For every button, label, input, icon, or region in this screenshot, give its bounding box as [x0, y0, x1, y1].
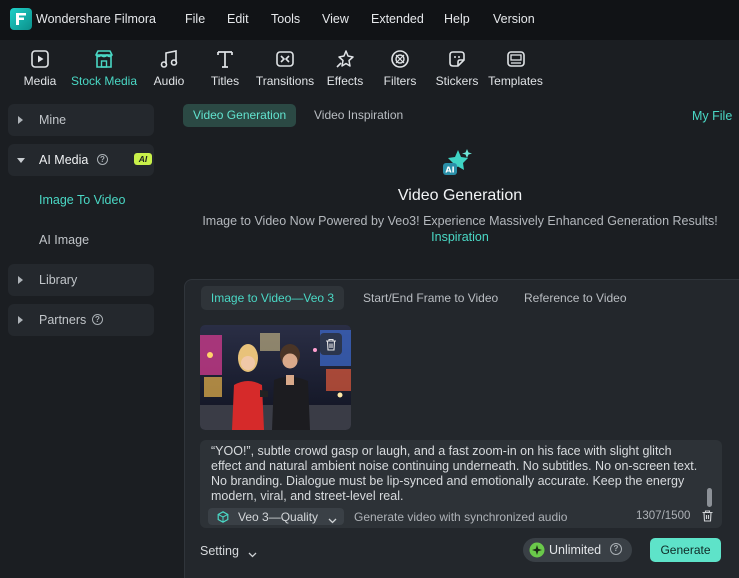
chevron-down-icon: [248, 547, 257, 561]
chevron-right-icon: [18, 276, 23, 284]
help-icon[interactable]: ?: [97, 154, 108, 165]
sidebar-item-label: AI Media: [39, 153, 89, 167]
sidebar-item-label: Partners: [39, 313, 87, 327]
ai-video-generation-icon: AI: [441, 146, 477, 178]
prompt-text: “YOO!”, subtle crowd gasp or laugh, and …: [211, 444, 698, 503]
templates-icon: [505, 48, 527, 70]
toolbar-stock-media-label: Stock Media: [70, 74, 138, 88]
menu-view[interactable]: View: [322, 12, 349, 26]
tab-video-generation[interactable]: Video Generation: [183, 104, 297, 127]
menu-version[interactable]: Version: [493, 12, 535, 26]
toolbar-audio[interactable]: Audio: [150, 40, 188, 96]
effects-icon: [334, 48, 356, 70]
clear-prompt-icon[interactable]: [702, 510, 713, 525]
toolbar: Media Stock Media Audio Titles Transitio…: [0, 40, 739, 96]
toolbar-media[interactable]: Media: [22, 40, 58, 96]
toolbar-filters-label: Filters: [383, 74, 417, 88]
toolbar-templates[interactable]: Templates: [488, 40, 543, 96]
inspiration-link[interactable]: Inspiration: [0, 230, 739, 244]
menu-edit[interactable]: Edit: [227, 12, 249, 26]
unlimited-credits-badge[interactable]: Unlimited ?: [523, 538, 632, 562]
toolbar-templates-label: Templates: [488, 74, 543, 88]
sidebar-item-library[interactable]: Library: [8, 264, 154, 296]
menu-extended[interactable]: Extended: [371, 12, 424, 26]
video-generation-subtitle: Image to Video Now Powered by Veo3! Expe…: [202, 214, 718, 228]
ai-badge: AI: [134, 153, 152, 165]
generate-button[interactable]: Generate: [650, 538, 721, 562]
help-icon[interactable]: ?: [610, 543, 622, 555]
prompt-scrollbar[interactable]: [707, 488, 712, 507]
toolbar-titles-label: Titles: [210, 74, 240, 88]
tab-start-end-frame[interactable]: Start/End Frame to Video: [363, 286, 498, 310]
toolbar-titles[interactable]: Titles: [208, 40, 242, 96]
my-file-link[interactable]: My File: [692, 109, 732, 123]
tab-reference-to-video[interactable]: Reference to Video: [524, 286, 627, 310]
toolbar-filters[interactable]: Filters: [383, 40, 417, 96]
toolbar-transitions[interactable]: Transitions: [256, 40, 314, 96]
transitions-icon: [274, 48, 296, 70]
menu-tools[interactable]: Tools: [271, 12, 300, 26]
sidebar-item-label: Mine: [39, 113, 67, 127]
sidebar-item-label: Library: [39, 273, 78, 287]
sidebar-item-ai-media[interactable]: AI Media ? AI: [8, 144, 154, 176]
svg-text:AI: AI: [445, 166, 454, 175]
character-count: 1307/1500: [636, 510, 691, 522]
toolbar-media-label: Media: [23, 74, 57, 88]
help-icon[interactable]: ?: [92, 314, 103, 325]
chevron-right-icon: [18, 316, 23, 324]
video-generation-title: Video Generation: [397, 187, 523, 204]
sidebar-item-mine[interactable]: Mine: [8, 104, 154, 136]
chevron-down-icon: [328, 513, 337, 527]
menu-file[interactable]: File: [185, 12, 205, 26]
tab-image-to-video-veo3[interactable]: Image to Video—Veo 3: [201, 286, 344, 310]
toolbar-effects[interactable]: Effects: [326, 40, 364, 96]
credit-icon: [529, 542, 545, 561]
menu-help[interactable]: Help: [444, 12, 470, 26]
veo-model-icon: [217, 511, 229, 526]
app-title: Wondershare Filmora: [36, 12, 156, 26]
media-icon: [29, 48, 51, 70]
toolbar-transitions-label: Transitions: [255, 74, 315, 88]
model-select-label: Veo 3—Quality: [238, 510, 319, 524]
tab-video-inspiration[interactable]: Video Inspiration: [304, 104, 413, 127]
audio-icon: [158, 48, 180, 70]
toolbar-stickers[interactable]: Stickers: [436, 40, 478, 96]
trash-icon: [326, 338, 336, 351]
titles-icon: [214, 48, 236, 70]
chevron-down-icon: [17, 158, 25, 163]
delete-image-button[interactable]: [320, 333, 342, 355]
toolbar-stickers-label: Stickers: [435, 74, 479, 88]
toolbar-stock-media[interactable]: Stock Media: [70, 40, 138, 96]
stock-media-icon: [93, 48, 115, 70]
menu-bar: Wondershare Filmora File Edit Tools View…: [0, 0, 739, 40]
generation-note: Generate video with synchronized audio: [354, 510, 568, 524]
toolbar-audio-label: Audio: [153, 74, 185, 88]
setting-dropdown[interactable]: Setting: [200, 544, 239, 558]
filters-icon: [389, 48, 411, 70]
chevron-right-icon: [18, 116, 23, 124]
stickers-icon: [446, 48, 468, 70]
unlimited-label: Unlimited: [549, 543, 602, 557]
toolbar-effects-label: Effects: [326, 74, 364, 88]
filmora-logo-icon: [10, 8, 32, 30]
sidebar-item-partners[interactable]: Partners ?: [8, 304, 154, 336]
